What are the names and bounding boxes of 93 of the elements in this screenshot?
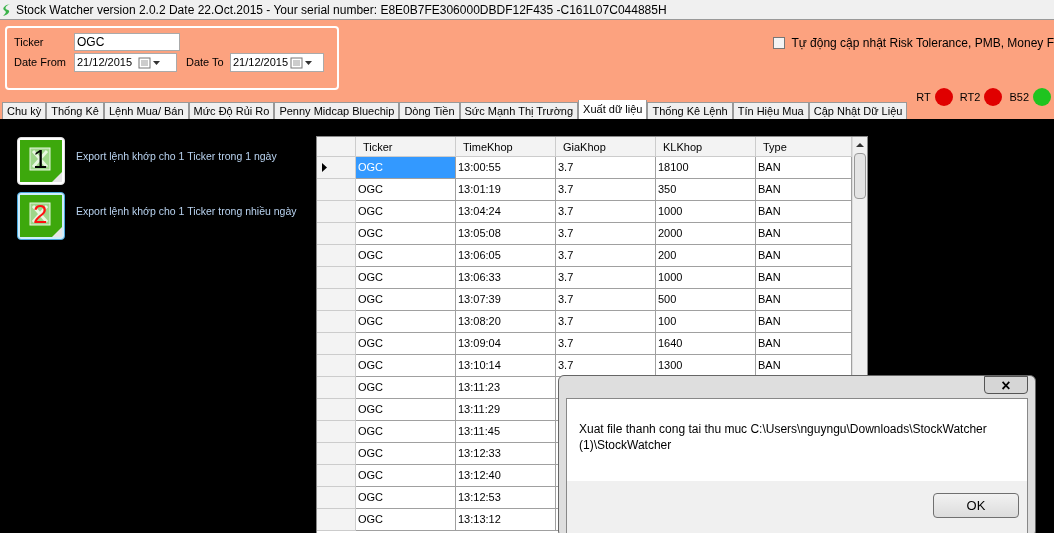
tab[interactable]: Cập Nhật Dữ Liệu [808, 102, 908, 119]
column-header[interactable]: GiaKhop [556, 137, 656, 156]
date-from-picker[interactable]: 21/12/2015 [74, 53, 177, 72]
column-header[interactable]: TimeKhop [456, 137, 556, 156]
close-button[interactable]: × [984, 376, 1028, 394]
tab[interactable]: Lệnh Mua/ Bán [103, 102, 189, 119]
tab[interactable]: Thống Kê [46, 102, 104, 119]
tab[interactable]: Sức Mạnh Thị Trường [459, 102, 579, 119]
tab[interactable]: Penny Midcap Bluechip [274, 102, 400, 119]
table-cell: 2000 [656, 223, 756, 245]
table-cell: 13:11:45 [456, 421, 556, 443]
current-row-icon [322, 163, 327, 172]
tab[interactable]: Thống Kê Lệnh [647, 102, 733, 119]
table-cell: OGC [356, 487, 456, 509]
table-cell: 200 [656, 245, 756, 267]
export-option-label[interactable]: Export lệnh khớp cho 1 Ticker trong nhiều ngày [76, 204, 297, 220]
table-cell: OGC [356, 267, 456, 289]
table-cell: 1000 [656, 267, 756, 289]
table-cell: 13:10:14 [456, 355, 556, 377]
table-cell: 13:01:19 [456, 179, 556, 201]
auto-update-label: Tự động cập nhật Risk Tolerance, PMB, Money F [791, 35, 1054, 52]
tab[interactable]: Mức Độ Rủi Ro [188, 102, 275, 119]
table-cell: 350 [656, 179, 756, 201]
calendar-dropdown-icon[interactable] [290, 56, 315, 69]
dialog-message: Xuat file thanh cong tai thu muc C:\Users\nguyngu\Downloads\StockWatcher (1)\StockWatcher [579, 421, 988, 453]
tab[interactable]: Xuất dữ liệu [578, 99, 648, 119]
auto-update-checkbox[interactable] [773, 37, 786, 49]
table-cell: OGC [356, 201, 456, 223]
table-cell: 3.7 [556, 201, 656, 223]
table-cell: 1000 [656, 201, 756, 223]
column-header[interactable]: Ticker [356, 137, 456, 156]
table-cell: 13:09:04 [456, 333, 556, 355]
table-cell: 3.7 [556, 223, 656, 245]
table-cell: 13:06:33 [456, 267, 556, 289]
table-cell: 3.7 [556, 333, 656, 355]
excel-export-button[interactable]: 1 [17, 137, 65, 185]
table-cell: OGC [356, 245, 456, 267]
table-cell: OGC [356, 223, 456, 245]
date-to-picker[interactable]: 21/12/2015 [230, 53, 324, 72]
table-cell: OGC [356, 377, 456, 399]
table-cell: OGC [356, 333, 456, 355]
table-cell: 13:05:08 [456, 223, 556, 245]
table-cell: 3.7 [556, 311, 656, 333]
table-cell: 3.7 [556, 157, 656, 179]
tab[interactable]: Chu kỳ [2, 102, 47, 119]
table-cell: 13:07:39 [456, 289, 556, 311]
table-cell: OGC [356, 157, 456, 179]
ok-button[interactable]: OK [933, 493, 1019, 518]
window-title: Stock Watcher version 2.0.2 Date 22.Oct.2015 - Your serial number: E8E0B7FE306000DBDF12F435 -C161L07C044885H [16, 1, 667, 19]
indicator-label: B52 [1009, 89, 1029, 105]
export-option-label[interactable]: Export lệnh khớp cho 1 Ticker trong 1 ngày [76, 149, 277, 165]
table-cell: 3.7 [556, 267, 656, 289]
table-cell: 13:11:29 [456, 399, 556, 421]
row-header[interactable] [317, 157, 356, 179]
export-number: 1 [33, 146, 48, 172]
table-cell: 13:04:24 [456, 201, 556, 223]
ticker-label: Ticker [14, 34, 45, 50]
scrollbar-thumb[interactable] [854, 153, 866, 199]
date-to-label: Date To [186, 55, 225, 71]
tab[interactable]: Dòng Tiền [399, 102, 460, 119]
table-cell: 13:11:23 [456, 377, 556, 399]
tab[interactable]: Tín Hiệu Mua [732, 102, 809, 119]
table-cell: OGC [356, 421, 456, 443]
table-cell: 13:13:12 [456, 509, 556, 531]
table-cell: OGC [356, 289, 456, 311]
table-cell: 100 [656, 311, 756, 333]
table-cell: 3.7 [556, 179, 656, 201]
ticker-field[interactable]: OGC [74, 33, 180, 51]
table-cell: 18100 [656, 157, 756, 179]
app-logo-icon [2, 2, 12, 17]
table-cell: OGC [356, 311, 456, 333]
table-cell: 13:12:53 [456, 487, 556, 509]
indicator-label: RT [916, 89, 931, 105]
table-cell: 13:08:20 [456, 311, 556, 333]
table-cell: 500 [656, 289, 756, 311]
calendar-dropdown-icon[interactable] [138, 56, 163, 69]
table-cell: 13:12:33 [456, 443, 556, 465]
table-cell: OGC [356, 399, 456, 421]
table-cell: 13:00:55 [456, 157, 556, 179]
table-cell: 13:06:05 [456, 245, 556, 267]
export-number: 2 [33, 201, 48, 227]
table-cell: OGC [356, 355, 456, 377]
table-cell: 3.7 [556, 289, 656, 311]
table-cell: OGC [356, 465, 456, 487]
indicator-label: RT2 [959, 89, 981, 105]
table-cell: 3.7 [556, 245, 656, 267]
table-cell: OGC [356, 443, 456, 465]
column-header[interactable]: KLKhop [656, 137, 756, 156]
table-cell: OGC [356, 509, 456, 531]
table-cell: 1640 [656, 333, 756, 355]
date-from-label: Date From [14, 55, 67, 71]
table-cell: OGC [356, 179, 456, 201]
table-cell: 13:12:40 [456, 465, 556, 487]
